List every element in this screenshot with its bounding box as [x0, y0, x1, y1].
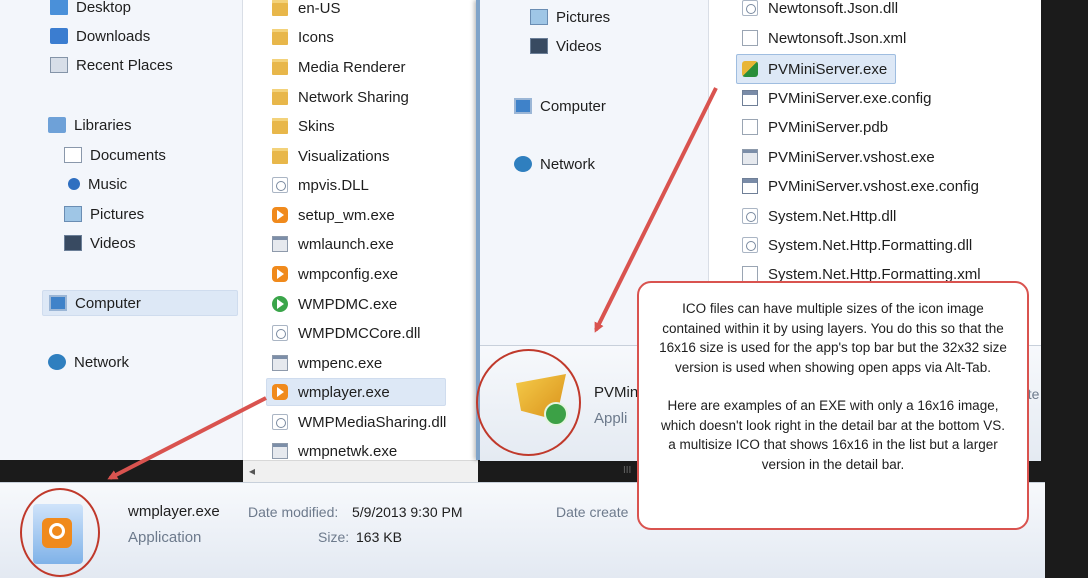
- callout-paragraph-2: Here are examples of an EXE with only a …: [660, 398, 1006, 472]
- callout-paragraph-1: ICO files can have multiple sizes of the…: [659, 301, 1007, 375]
- annotation-callout: ICO files can have multiple sizes of the…: [637, 281, 1029, 530]
- arrow-to-wmplayer-detail: [107, 396, 267, 480]
- highlight-circle-pvminiserver: [476, 349, 581, 456]
- highlight-circle-wmplayer: [20, 488, 100, 577]
